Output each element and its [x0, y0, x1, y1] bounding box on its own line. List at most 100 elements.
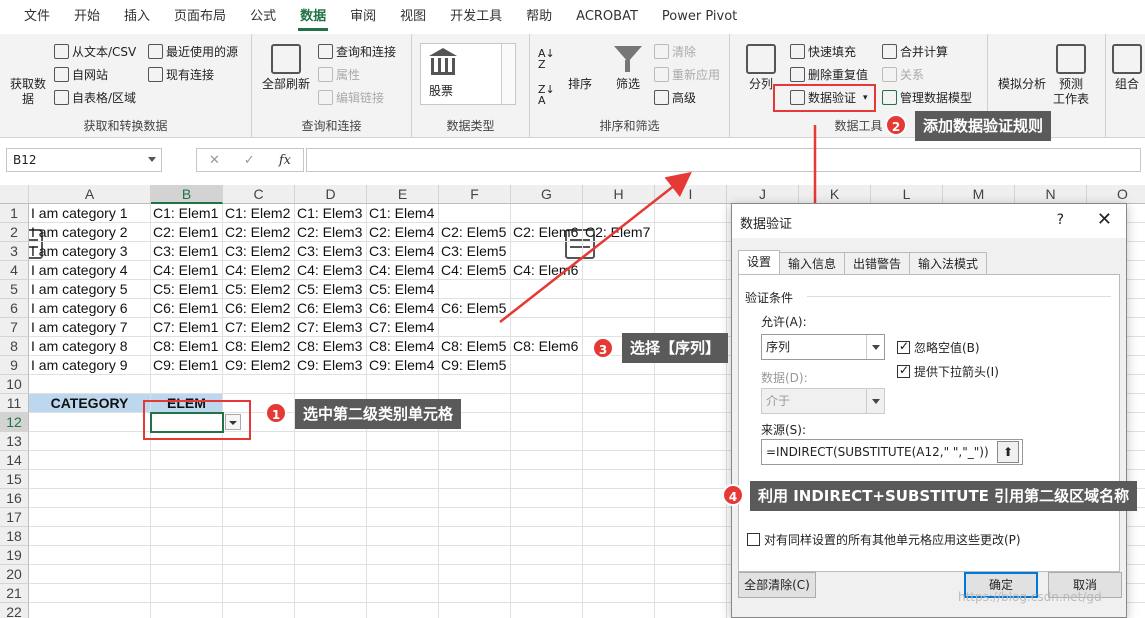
- row-header[interactable]: 2: [0, 223, 29, 242]
- manage-data-model-button[interactable]: 管理数据模型: [882, 89, 972, 106]
- insert-function-icon[interactable]: fx: [279, 153, 291, 168]
- existing-connections-button[interactable]: 现有连接: [148, 66, 214, 83]
- cell[interactable]: [511, 242, 583, 261]
- cell[interactable]: [583, 204, 655, 223]
- column-header[interactable]: D: [295, 185, 367, 204]
- cell[interactable]: I am category 8: [29, 337, 151, 356]
- cell[interactable]: [29, 565, 151, 584]
- row-header[interactable]: 5: [0, 280, 29, 299]
- cell[interactable]: [511, 489, 583, 508]
- cell[interactable]: C1: Elem2: [223, 204, 295, 223]
- cell[interactable]: [295, 565, 367, 584]
- column-header[interactable]: K: [799, 185, 871, 204]
- cell[interactable]: [511, 280, 583, 299]
- cell[interactable]: [511, 527, 583, 546]
- cell[interactable]: [511, 299, 583, 318]
- cell[interactable]: [655, 223, 727, 242]
- sort-za-button[interactable]: Z↓ A: [538, 84, 555, 106]
- cell[interactable]: [151, 489, 223, 508]
- column-header[interactable]: N: [1015, 185, 1087, 204]
- cell[interactable]: [29, 603, 151, 618]
- cell[interactable]: C9: Elem2: [223, 356, 295, 375]
- cell[interactable]: [367, 603, 439, 618]
- cell[interactable]: [29, 527, 151, 546]
- row-header[interactable]: 16: [0, 489, 29, 508]
- column-header[interactable]: I: [655, 185, 727, 204]
- select-all-corner[interactable]: [0, 185, 29, 204]
- sort-button[interactable]: 排序: [564, 44, 596, 259]
- cell[interactable]: [511, 451, 583, 470]
- cell[interactable]: [223, 470, 295, 489]
- cell[interactable]: [655, 299, 727, 318]
- cell[interactable]: [151, 508, 223, 527]
- cell[interactable]: [655, 261, 727, 280]
- cell[interactable]: C1: Elem4: [367, 204, 439, 223]
- cell[interactable]: [295, 451, 367, 470]
- cell[interactable]: [655, 451, 727, 470]
- row-header[interactable]: 15: [0, 470, 29, 489]
- stocks-datatype-gallery[interactable]: 股票: [420, 43, 516, 105]
- cell[interactable]: [295, 432, 367, 451]
- name-box[interactable]: B12: [6, 148, 162, 172]
- cell[interactable]: [439, 432, 511, 451]
- dialog-tab[interactable]: 输入法模式: [909, 252, 988, 274]
- cell[interactable]: [511, 470, 583, 489]
- cell[interactable]: C3: Elem1: [151, 242, 223, 261]
- refresh-all-button[interactable]: 全部刷新: [258, 44, 314, 92]
- cell[interactable]: C2: Elem7: [583, 223, 655, 242]
- cell[interactable]: [151, 603, 223, 618]
- cell[interactable]: [511, 356, 583, 375]
- cell[interactable]: [439, 204, 511, 223]
- row-header[interactable]: 10: [0, 375, 29, 394]
- chevron-down-icon[interactable]: [866, 335, 884, 359]
- outline-group-button[interactable]: 组合: [1110, 44, 1144, 92]
- menu-tab[interactable]: 视图: [388, 0, 438, 34]
- cell[interactable]: C8: Elem2: [223, 337, 295, 356]
- cell[interactable]: [295, 603, 367, 618]
- menu-tab[interactable]: 开始: [62, 0, 112, 34]
- cell[interactable]: [439, 375, 511, 394]
- cell[interactable]: [29, 470, 151, 489]
- cell[interactable]: C6: Elem2: [223, 299, 295, 318]
- close-icon[interactable]: ✕: [1097, 209, 1112, 230]
- cell[interactable]: C3: Elem2: [223, 242, 295, 261]
- cell[interactable]: [295, 527, 367, 546]
- cell[interactable]: C6: Elem5: [439, 299, 511, 318]
- cell[interactable]: C5: Elem1: [151, 280, 223, 299]
- cell[interactable]: C8: Elem6: [511, 337, 583, 356]
- forecast-sheet-button[interactable]: 预测 工作表: [1050, 44, 1092, 107]
- cell[interactable]: C2: Elem5: [439, 223, 511, 242]
- column-header[interactable]: O: [1087, 185, 1145, 204]
- menu-tab[interactable]: 审阅: [338, 0, 388, 34]
- cell[interactable]: [655, 584, 727, 603]
- cell[interactable]: [151, 470, 223, 489]
- cell[interactable]: [223, 565, 295, 584]
- cell[interactable]: [367, 584, 439, 603]
- cell[interactable]: C7: Elem2: [223, 318, 295, 337]
- cell[interactable]: [583, 375, 655, 394]
- cell[interactable]: [583, 242, 655, 261]
- cell[interactable]: C3: Elem5: [439, 242, 511, 261]
- cell[interactable]: I am category 4: [29, 261, 151, 280]
- cell[interactable]: C8: Elem5: [439, 337, 511, 356]
- cell[interactable]: [583, 413, 655, 432]
- cell[interactable]: [367, 470, 439, 489]
- row-header[interactable]: 11: [0, 394, 29, 413]
- cell[interactable]: [367, 565, 439, 584]
- row-header[interactable]: 19: [0, 546, 29, 565]
- cell[interactable]: [583, 603, 655, 618]
- cell[interactable]: [583, 394, 655, 413]
- cell[interactable]: [655, 565, 727, 584]
- collapse-dialog-button[interactable]: ⬆: [997, 441, 1019, 463]
- consolidate-button[interactable]: 合并计算: [882, 43, 948, 60]
- cell[interactable]: C2: Elem3: [295, 223, 367, 242]
- cell[interactable]: C4: Elem2: [223, 261, 295, 280]
- cell[interactable]: [655, 242, 727, 261]
- cell[interactable]: [29, 451, 151, 470]
- menu-tab[interactable]: 开发工具: [438, 0, 514, 34]
- in-cell-dropdown-checkbox[interactable]: 提供下拉箭头(I): [897, 363, 999, 380]
- recent-sources-button[interactable]: 最近使用的源: [148, 43, 238, 60]
- column-header[interactable]: M: [943, 185, 1015, 204]
- cell[interactable]: [655, 527, 727, 546]
- sort-az-button[interactable]: A↓ Z: [538, 48, 555, 70]
